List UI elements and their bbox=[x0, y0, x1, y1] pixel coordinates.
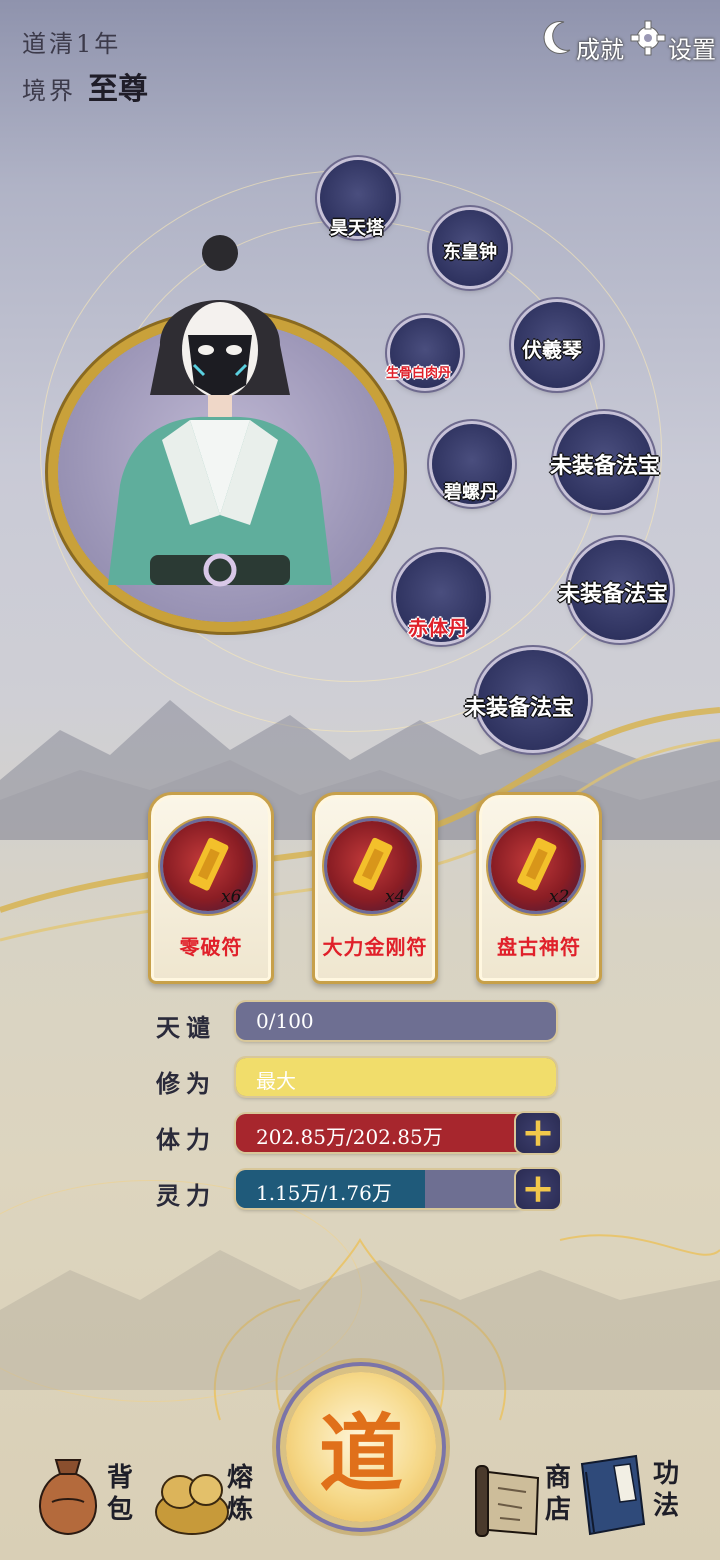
nav-skills-label: 功法 bbox=[652, 1459, 679, 1521]
plus-icon: + bbox=[521, 1165, 555, 1212]
tili-value: 202.85万/202.85万 bbox=[256, 1125, 443, 1149]
character-avatar bbox=[108, 235, 332, 587]
tili-bar: 202.85万/202.85万 bbox=[236, 1114, 526, 1152]
settings-label: 设置 bbox=[668, 36, 716, 64]
nav-bag-button[interactable]: 背包 bbox=[30, 1444, 140, 1544]
talisman-name: 大力金刚符 bbox=[322, 935, 428, 959]
talisman-card[interactable]: x4 大力金刚符 bbox=[312, 792, 438, 984]
xiuwei-label: 修为 bbox=[156, 1069, 216, 1098]
nav-shop-button[interactable]: 商店 bbox=[470, 1452, 580, 1552]
moon-icon bbox=[543, 20, 571, 54]
lingli-bar: 1.15万/1.76万 bbox=[236, 1170, 526, 1208]
talisman-name: 盘古神符 bbox=[497, 935, 581, 959]
talisman-card[interactable]: x2 盘古神符 bbox=[476, 792, 602, 984]
talisman-count: x2 bbox=[549, 887, 570, 907]
scroll-map-icon bbox=[475, 1465, 540, 1537]
talisman-count: x6 bbox=[221, 887, 242, 907]
treasure-slot-label: 未装备法宝 bbox=[550, 453, 661, 479]
tianqian-value: 0/100 bbox=[256, 1009, 314, 1033]
plus-icon: + bbox=[521, 1109, 555, 1156]
lingli-value: 1.15万/1.76万 bbox=[256, 1181, 392, 1205]
talisman-card[interactable]: x6 零破符 bbox=[148, 792, 274, 984]
lingli-add-button[interactable]: + bbox=[516, 1169, 560, 1209]
lower-mountains bbox=[0, 1250, 720, 1390]
bag-icon bbox=[39, 1459, 97, 1536]
nav-shop-label: 商店 bbox=[544, 1463, 571, 1525]
talisman-count: x4 bbox=[385, 887, 406, 907]
tianqian-label: 天谴 bbox=[156, 1013, 216, 1042]
achievements-label: 成就 bbox=[576, 36, 624, 64]
treasure-slot-label: 未装备法宝 bbox=[464, 695, 575, 721]
tili-add-button[interactable]: + bbox=[516, 1113, 560, 1153]
achievements-button[interactable]: 成就 bbox=[540, 10, 624, 65]
nav-dao-label: 道 bbox=[318, 1403, 403, 1503]
realm-value: 至尊 bbox=[88, 72, 148, 107]
book-icon bbox=[580, 1454, 646, 1536]
realm-row: 境界 至尊 bbox=[22, 64, 148, 108]
nav-smelt-label: 熔炼 bbox=[226, 1463, 253, 1525]
treasure-slot-label: 生骨白肉丹 bbox=[386, 366, 452, 381]
tili-label: 体力 bbox=[156, 1125, 216, 1154]
treasure-slot-label: 东皇钟 bbox=[443, 242, 497, 263]
lingli-label: 灵力 bbox=[156, 1181, 216, 1210]
nav-dao-button[interactable]: 道 bbox=[286, 1372, 436, 1522]
xiuwei-value: 最大 bbox=[256, 1069, 296, 1093]
treasure-slot-label: 赤体丹 bbox=[408, 616, 468, 640]
nav-bag-label: 背包 bbox=[106, 1463, 133, 1525]
gear-icon bbox=[630, 20, 666, 55]
talisman-name: 零破符 bbox=[179, 935, 243, 959]
treasure-slot-label: 伏羲琴 bbox=[522, 338, 582, 362]
nav-skills-button[interactable]: 功法 bbox=[574, 1452, 694, 1552]
furnace-icon bbox=[155, 1474, 229, 1535]
xiuwei-bar: 最大 bbox=[236, 1058, 556, 1096]
settings-button[interactable]: 设置 bbox=[630, 10, 716, 65]
realm-label: 境界 bbox=[22, 77, 76, 105]
treasure-slot-label: 未装备法宝 bbox=[558, 581, 669, 607]
tianqian-bar: 0/100 bbox=[236, 1002, 556, 1040]
year-text: 道清1年 bbox=[22, 30, 122, 58]
treasure-slot-label: 昊天塔 bbox=[330, 218, 384, 239]
nav-smelt-button[interactable]: 熔炼 bbox=[152, 1444, 262, 1544]
treasure-slot-label: 碧螺丹 bbox=[444, 482, 498, 503]
